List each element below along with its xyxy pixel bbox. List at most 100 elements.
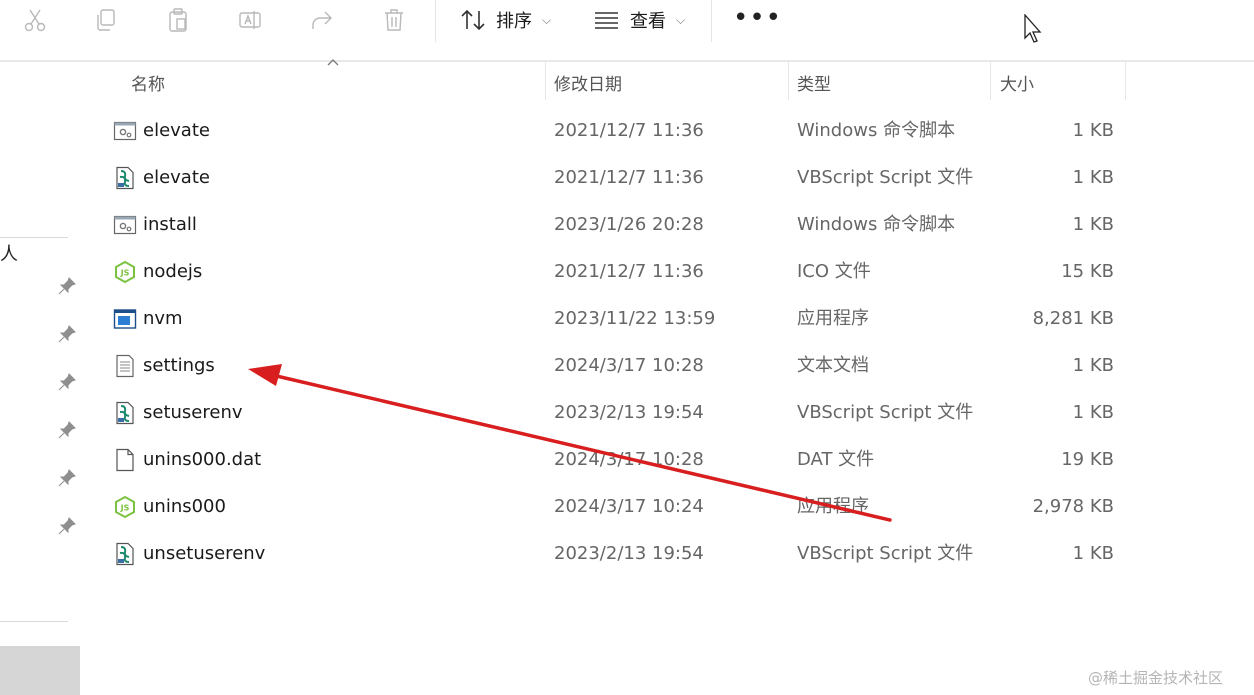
batch-file-icon [113, 213, 137, 237]
copy-button[interactable] [88, 4, 124, 36]
file-row[interactable]: nvm 2023/11/22 13:59 应用程序 8,281 KB [108, 296, 1128, 343]
vbscript-file-icon [113, 542, 137, 566]
vbscript-file-icon [113, 401, 137, 425]
chevron-down-icon: ⌵ [676, 12, 686, 27]
file-row[interactable]: unsetuserenv 2023/2/13 19:54 VBScript Scri… [108, 531, 1128, 578]
chevron-down-icon: ⌵ [542, 12, 552, 27]
copy-icon [97, 9, 115, 31]
command-bar: 排序 ⌵ 查看 ⌵ ••• [0, 0, 1254, 62]
delete-button[interactable] [376, 4, 412, 36]
watermark: @稀土掘金技术社区 [1088, 669, 1224, 687]
file-name: elevate [143, 120, 210, 141]
column-separator[interactable] [990, 62, 991, 100]
file-type: DAT 文件 [797, 449, 875, 470]
view-label: 查看 [630, 11, 666, 32]
view-button[interactable]: 查看 ⌵ [594, 4, 685, 36]
column-header-name[interactable]: 名称 [131, 70, 165, 95]
column-header-type[interactable]: 类型 [797, 70, 831, 95]
file-type: VBScript Script 文件 [797, 543, 974, 564]
file-size: 2,978 KB [1032, 496, 1114, 517]
delete-icon [385, 9, 403, 31]
application-icon [113, 307, 137, 331]
file-size: 1 KB [1072, 402, 1114, 423]
sort-ascending-icon [327, 59, 339, 66]
file-modified-date: 2021/12/7 11:36 [554, 167, 704, 188]
file-name: nodejs [143, 261, 203, 282]
pin-icon[interactable] [58, 277, 76, 295]
batch-file-icon [113, 119, 137, 143]
sort-button[interactable]: 排序 ⌵ [460, 4, 551, 36]
svg-text:JS: JS [120, 269, 130, 278]
file-row[interactable]: elevate 2021/12/7 11:36 Windows 命令脚本 1 KB [108, 108, 1128, 155]
share-icon [312, 11, 332, 29]
sort-icon [461, 9, 485, 31]
column-separator[interactable] [545, 62, 546, 100]
file-modified-date: 2024/3/17 10:28 [554, 355, 704, 376]
nav-divider [0, 621, 68, 622]
file-size: 1 KB [1072, 214, 1114, 235]
cut-button[interactable] [17, 4, 53, 36]
file-row[interactable]: setuserenv 2023/2/13 19:54 VBScript Script… [108, 390, 1128, 437]
file-size: 15 KB [1061, 261, 1114, 282]
file-size: 1 KB [1072, 355, 1114, 376]
nav-item-selected[interactable] [0, 646, 80, 695]
file-modified-date: 2023/2/13 19:54 [554, 402, 704, 423]
file-modified-date: 2024/3/17 10:28 [554, 449, 704, 470]
nav-divider [0, 237, 68, 238]
file-type: 文本文档 [797, 355, 869, 376]
file-type: VBScript Script 文件 [797, 402, 974, 423]
file-name: install [143, 214, 197, 235]
file-size: 1 KB [1072, 543, 1114, 564]
file-name: unsetuserenv [143, 543, 266, 564]
file-name: nvm [143, 308, 183, 329]
pin-icon[interactable] [58, 421, 76, 439]
share-button[interactable] [304, 4, 340, 36]
file-name: elevate [143, 167, 210, 188]
file-modified-date: 2023/2/13 19:54 [554, 543, 704, 564]
pin-icon[interactable] [58, 517, 76, 535]
toolbar-separator [711, 0, 712, 42]
pin-icon[interactable] [58, 469, 76, 487]
file-modified-date: 2023/11/22 13:59 [554, 308, 716, 329]
navigation-pane: 人 [0, 62, 82, 695]
file-modified-date: 2024/3/17 10:24 [554, 496, 704, 517]
file-row[interactable]: JS unins000 2024/3/17 10:24 应用程序 2,978 KB [108, 484, 1128, 531]
file-name: unins000.dat [143, 449, 262, 470]
blank-file-icon [113, 448, 137, 472]
text-file-icon [113, 354, 137, 378]
file-size: 1 KB [1072, 167, 1114, 188]
paste-button[interactable] [160, 4, 196, 36]
pin-icon[interactable] [58, 325, 76, 343]
file-type: 应用程序 [797, 496, 869, 517]
file-type: ICO 文件 [797, 261, 871, 282]
column-separator[interactable] [788, 62, 789, 100]
file-row[interactable]: settings 2024/3/17 10:28 文本文档 1 KB [108, 343, 1128, 390]
column-header-size[interactable]: 大小 [1000, 70, 1034, 95]
svg-text:JS: JS [120, 504, 130, 513]
nav-item-label[interactable]: 人 [0, 240, 18, 266]
file-modified-date: 2021/12/7 11:36 [554, 261, 704, 282]
file-name: settings [143, 355, 215, 376]
file-name: setuserenv [143, 402, 243, 423]
view-list-icon [595, 12, 618, 29]
file-type: Windows 命令脚本 [797, 214, 956, 235]
file-type: VBScript Script 文件 [797, 167, 974, 188]
file-size: 19 KB [1061, 449, 1114, 470]
nodejs-icon: JS [113, 260, 137, 284]
file-row[interactable]: install 2023/1/26 20:28 Windows 命令脚本 1 KB [108, 202, 1128, 249]
rename-button[interactable] [232, 4, 268, 36]
paste-icon [169, 8, 187, 32]
column-separator[interactable] [1125, 62, 1126, 100]
file-row[interactable]: JS nodejs 2021/12/7 11:36 ICO 文件 15 KB [108, 249, 1128, 296]
more-options-button[interactable]: ••• [733, 5, 782, 31]
column-header-modified[interactable]: 修改日期 [554, 70, 622, 95]
file-type: 应用程序 [797, 308, 869, 329]
file-size: 1 KB [1072, 120, 1114, 141]
nodejs-icon: JS [113, 495, 137, 519]
rename-icon [239, 11, 261, 29]
file-type: Windows 命令脚本 [797, 120, 956, 141]
file-row[interactable]: elevate 2021/12/7 11:36 VBScript Script 文件… [108, 155, 1128, 202]
file-modified-date: 2023/1/26 20:28 [554, 214, 704, 235]
pin-icon[interactable] [58, 373, 76, 391]
file-row[interactable]: unins000.dat 2024/3/17 10:28 DAT 文件 19 KB [108, 437, 1128, 484]
